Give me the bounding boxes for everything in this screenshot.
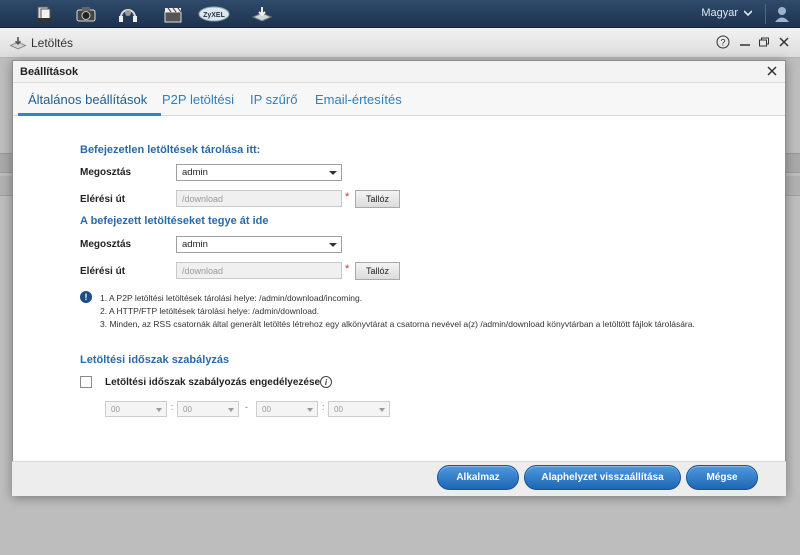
incomplete-path-input[interactable]: /download — [176, 190, 342, 207]
complete-share-select[interactable]: admin — [176, 236, 342, 253]
photo-camera-icon[interactable] — [69, 2, 103, 26]
time-separator: : — [171, 402, 174, 412]
select-value: 00 — [111, 405, 120, 414]
start-minute-select: 00 — [177, 401, 239, 417]
select-value: admin — [182, 239, 208, 250]
start-hour-select: 00 — [105, 401, 167, 417]
select-value: 00 — [262, 405, 271, 414]
cancel-button[interactable]: Mégse — [686, 465, 758, 490]
note-line: 1. A P2P letöltési letöltések tárolási h… — [100, 293, 363, 303]
tab-general[interactable]: Általános beállítások — [28, 92, 147, 107]
chevron-down-icon — [329, 171, 337, 175]
select-value: admin — [182, 167, 208, 178]
select-value: 00 — [334, 405, 343, 414]
time-separator: : — [322, 402, 325, 412]
chevron-down-icon — [156, 408, 162, 412]
language-selector[interactable]: Magyar — [701, 7, 738, 19]
end-minute-select: 00 — [328, 401, 390, 417]
apply-button[interactable]: Alkalmaz — [437, 465, 519, 490]
share-label: Megosztás — [80, 239, 132, 250]
dialog-header: Beállítások — [13, 61, 785, 83]
svg-text:?: ? — [720, 38, 725, 48]
range-separator: - — [245, 402, 248, 412]
note-line: 2. A HTTP/FTP letöltések tárolási helye:… — [100, 306, 320, 316]
help-icon[interactable]: ? — [716, 35, 730, 49]
tab-ip-filter[interactable]: IP szűrő — [250, 92, 297, 107]
download-manager-icon — [9, 37, 27, 50]
required-mark: * — [345, 263, 350, 275]
info-italic-icon[interactable]: i — [320, 376, 332, 388]
tab-email[interactable]: Email-értesítés — [315, 92, 402, 107]
restore-icon[interactable] — [758, 35, 770, 49]
path-placeholder: /download — [182, 266, 224, 276]
close-icon[interactable] — [767, 66, 777, 76]
video-clapperboard-icon[interactable] — [156, 2, 190, 26]
schedule-enable-checkbox[interactable] — [80, 376, 92, 388]
close-icon[interactable] — [778, 35, 790, 49]
music-headphones-icon[interactable] — [111, 2, 145, 26]
active-tab-indicator — [18, 113, 161, 116]
info-icon: ! — [80, 291, 92, 303]
chevron-down-icon — [228, 408, 234, 412]
dialog-title: Beállítások — [20, 66, 79, 78]
app-window-title: Letöltés — [31, 36, 74, 50]
complete-path-input[interactable]: /download — [176, 262, 342, 279]
schedule-enable-label[interactable]: Letöltési időszak szabályozás engedélyez… — [105, 377, 320, 388]
browse-button[interactable]: Tallóz — [355, 190, 400, 208]
chevron-down-icon[interactable] — [744, 6, 752, 20]
app-window-header: Letöltés ? — [0, 28, 800, 58]
required-mark: * — [345, 191, 350, 203]
minimize-icon[interactable] — [739, 35, 751, 49]
end-hour-select: 00 — [256, 401, 318, 417]
note-line: 3. Minden, az RSS csatornák által generá… — [100, 319, 695, 329]
tab-bar: Általános beállítások P2P letöltési IP s… — [13, 83, 785, 116]
zyxel-logo-icon[interactable]: ZyXEL — [197, 2, 231, 26]
path-label: Elérési út — [80, 266, 126, 277]
chevron-down-icon — [307, 408, 313, 412]
complete-downloads-heading: A befejezett letöltéseket tegye át ide — [80, 215, 269, 227]
incomplete-downloads-heading: Befejezetlen letöltések tárolása itt: — [80, 144, 261, 156]
share-label: Megosztás — [80, 167, 132, 178]
path-placeholder: /download — [182, 194, 224, 204]
file-manager-icon[interactable] — [27, 2, 61, 26]
tab-p2p[interactable]: P2P letöltési — [162, 92, 234, 107]
incomplete-share-select[interactable]: admin — [176, 164, 342, 181]
browse-button[interactable]: Tallóz — [355, 262, 400, 280]
select-value: 00 — [183, 405, 192, 414]
reset-button[interactable]: Alaphelyzet visszaállítása — [524, 465, 681, 490]
taskbar: ZyXEL Magyar — [0, 0, 800, 28]
user-icon[interactable] — [772, 4, 792, 24]
schedule-heading: Letöltési időszak szabályzás — [80, 354, 230, 366]
taskbar-divider — [765, 4, 766, 24]
chevron-down-icon — [379, 408, 385, 412]
path-label: Elérési út — [80, 194, 126, 205]
chevron-down-icon — [329, 243, 337, 247]
svg-text:ZyXEL: ZyXEL — [203, 12, 226, 19]
download-manager-icon[interactable] — [245, 2, 279, 26]
